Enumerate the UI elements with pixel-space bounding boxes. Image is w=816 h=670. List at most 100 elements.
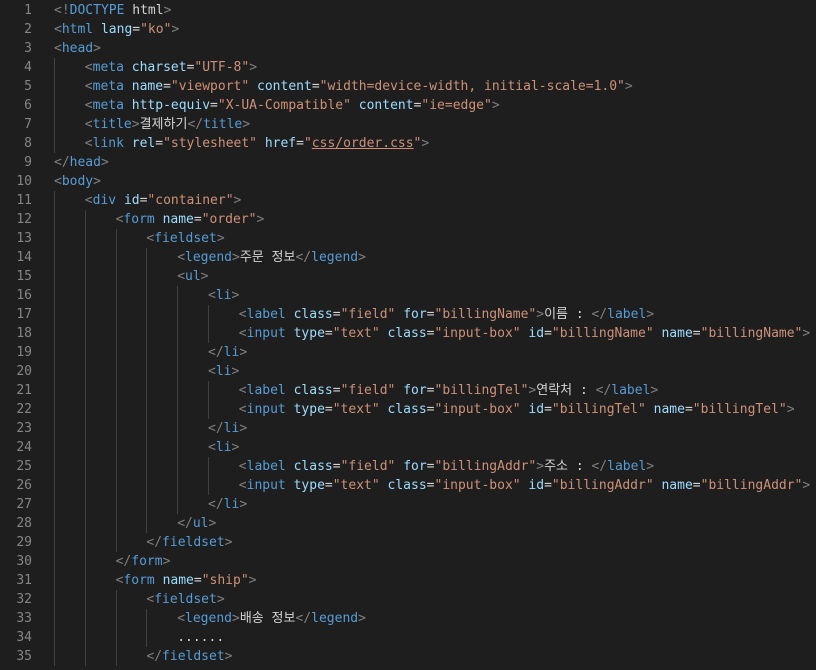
code-content: <li> bbox=[208, 362, 239, 381]
code-line[interactable]: 3 <head> bbox=[0, 39, 816, 58]
code-line[interactable]: 4 <meta charset="UTF-8"> bbox=[0, 58, 816, 77]
code-bracket: > bbox=[786, 402, 795, 417]
indent-guide bbox=[84, 324, 86, 343]
code-string: "field" bbox=[340, 459, 396, 474]
code-line[interactable]: 7 <title>결제하기</title> bbox=[0, 115, 816, 134]
code-line[interactable]: 25 <label class="field" for="billingAddr"… bbox=[0, 457, 816, 476]
code-bracket: > bbox=[224, 535, 233, 550]
code-line[interactable]: 1 <!DOCTYPE html> bbox=[0, 1, 816, 20]
code-tag-name: li bbox=[223, 497, 240, 512]
code-tag-name: head bbox=[61, 41, 94, 56]
code-line[interactable]: 10 <body> bbox=[0, 172, 816, 191]
code-line[interactable]: 17 <label class="field" for="billingName"… bbox=[0, 305, 816, 324]
code-content: <input type="text" class="input-box" id=… bbox=[239, 476, 810, 495]
code-line[interactable]: 8 <link rel="stylesheet" href="css/order.… bbox=[0, 134, 816, 153]
code-line[interactable]: 35 </fieldset> bbox=[0, 647, 816, 666]
code-line[interactable]: 9 </head> bbox=[0, 153, 816, 172]
code-editor[interactable]: 1 <!DOCTYPE html> 2 <html lang="ko"> 3 <head>… bbox=[0, 0, 816, 670]
code-line[interactable]: 22 <input type="text" class="input-box" i… bbox=[0, 400, 816, 419]
code-bracket: < bbox=[54, 22, 62, 37]
code-string: "UTF-8" bbox=[194, 60, 250, 75]
code-line[interactable]: 11 <div id="container"> bbox=[0, 191, 816, 210]
indent-guide bbox=[177, 400, 179, 419]
code-tag-name: head bbox=[69, 155, 101, 170]
code-line[interactable]: 28 </ul> bbox=[0, 514, 816, 533]
code-line[interactable]: 26 <input type="text" class="input-box" i… bbox=[0, 476, 816, 495]
code-text: 연락처 : bbox=[536, 383, 596, 398]
code-equals: = bbox=[426, 326, 435, 341]
code-bracket: > bbox=[200, 269, 209, 284]
code-attribute: href bbox=[264, 136, 297, 151]
code-bracket: > bbox=[802, 478, 811, 493]
code-attribute: id bbox=[528, 326, 545, 341]
code-bracket: </ bbox=[591, 459, 608, 474]
indent-guide bbox=[115, 324, 117, 343]
code-bracket: </ bbox=[208, 497, 224, 512]
indent-guide bbox=[54, 58, 55, 77]
code-link[interactable]: css/order.css bbox=[312, 136, 414, 151]
code-equals: = bbox=[692, 478, 701, 493]
indent-guide bbox=[54, 571, 55, 590]
code-line[interactable]: 15 <ul> bbox=[0, 267, 816, 286]
indent-guide bbox=[146, 343, 148, 362]
code-tag-name: li bbox=[223, 421, 240, 436]
code-attribute: for bbox=[403, 459, 427, 474]
line-number: 2 bbox=[24, 22, 32, 37]
code-line[interactable]: 20 <li> bbox=[0, 362, 816, 381]
code-string: "container" bbox=[147, 193, 234, 208]
code-line[interactable]: 21 <label class="field" for="billingTel">… bbox=[0, 381, 816, 400]
code-equals: = bbox=[544, 478, 552, 493]
indent-guide bbox=[54, 438, 55, 457]
code-content: <html lang="ko"> bbox=[54, 20, 179, 39]
code-line[interactable]: 19 </li> bbox=[0, 343, 816, 362]
code-content: <label class="field" for="billingAddr">주… bbox=[239, 457, 654, 476]
code-string: "billingAddr" bbox=[551, 478, 654, 493]
line-number: 22 bbox=[16, 402, 32, 417]
code-bracket: < bbox=[208, 364, 216, 379]
indent-guide bbox=[54, 381, 55, 400]
code-bracket: > bbox=[802, 326, 811, 341]
code-bracket: > bbox=[131, 117, 140, 132]
line-number: 19 bbox=[16, 345, 32, 360]
code-bracket: > bbox=[624, 79, 633, 94]
code-line[interactable]: 6 <meta http-equiv="X-UA-Compatible" cont… bbox=[0, 96, 816, 115]
code-bracket: > bbox=[421, 136, 430, 151]
code-line[interactable]: 16 <li> bbox=[0, 286, 816, 305]
indent-guide bbox=[115, 267, 117, 286]
code-line[interactable]: 13 <fieldset> bbox=[0, 229, 816, 248]
code-bracket: < bbox=[54, 41, 62, 56]
indent-guide bbox=[115, 495, 117, 514]
code-string: "input-box" bbox=[434, 326, 521, 341]
code-tag-name: form bbox=[123, 212, 155, 227]
code-bracket: < bbox=[238, 383, 247, 398]
code-line[interactable]: 33 <legend>배송 정보</legend> bbox=[0, 609, 816, 628]
code-line[interactable]: 31 <form name="ship"> bbox=[0, 571, 816, 590]
code-line[interactable]: 32 <fieldset> bbox=[0, 590, 816, 609]
code-bracket: < bbox=[238, 478, 247, 493]
indent-guide bbox=[146, 514, 148, 533]
code-bracket: </ bbox=[54, 155, 70, 170]
code-line[interactable]: 29 </fieldset> bbox=[0, 533, 816, 552]
code-line[interactable]: 30 </form> bbox=[0, 552, 816, 571]
code-line[interactable]: 14 <legend>주문 정보</legend> bbox=[0, 248, 816, 267]
code-line[interactable]: 18 <input type="text" class="input-box" i… bbox=[0, 324, 816, 343]
code-line[interactable]: 23 </li> bbox=[0, 419, 816, 438]
line-number: 24 bbox=[16, 440, 32, 455]
indent-guide bbox=[54, 286, 55, 305]
code-line[interactable]: 5 <meta name="viewport" content="width=de… bbox=[0, 77, 816, 96]
code-content: </form> bbox=[116, 552, 171, 571]
line-number: 34 bbox=[16, 630, 32, 645]
code-string: "billingName" bbox=[551, 326, 654, 341]
code-line[interactable]: 2 <html lang="ko"> bbox=[0, 20, 816, 39]
indent-guide bbox=[54, 400, 55, 419]
code-line[interactable]: 27 </li> bbox=[0, 495, 816, 514]
code-content: <head> bbox=[54, 39, 101, 58]
code-line[interactable]: 24 <li> bbox=[0, 438, 816, 457]
code-line[interactable]: 12 <form name="order"> bbox=[0, 210, 816, 229]
code-line[interactable]: 34...... bbox=[0, 628, 816, 647]
code-tag-name: link bbox=[92, 136, 124, 151]
line-number: 13 bbox=[16, 231, 32, 246]
